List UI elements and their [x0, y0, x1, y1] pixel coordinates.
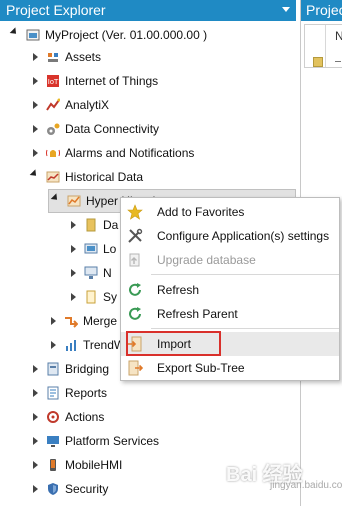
- expand-icon[interactable]: [30, 460, 40, 470]
- trendworx-icon: [66, 340, 76, 351]
- upgrade-icon: [127, 252, 143, 268]
- grid-row-dash: [335, 61, 341, 62]
- expand-icon[interactable]: [68, 244, 78, 254]
- bridging-icon: [47, 362, 59, 376]
- mobilehmi-icon: [50, 459, 56, 471]
- tree-item-assets[interactable]: Assets: [30, 45, 101, 69]
- expand-icon[interactable]: [30, 436, 40, 446]
- logging-icon: [84, 243, 98, 254]
- tree-root[interactable]: MyProject (Ver. 01.00.000.00 ): [9, 23, 207, 47]
- tree-item-system[interactable]: Sy: [68, 285, 117, 309]
- star-icon: [127, 204, 143, 220]
- tree-item-reports[interactable]: Reports: [30, 381, 107, 405]
- expand-icon[interactable]: [30, 148, 40, 158]
- assets-icon: [48, 53, 58, 62]
- tree-item-network[interactable]: N: [68, 261, 112, 285]
- expand-icon[interactable]: [30, 484, 40, 494]
- system-icon: [86, 290, 96, 304]
- expand-icon[interactable]: [68, 220, 78, 230]
- svg-text:IoT: IoT: [48, 78, 59, 86]
- expand-icon[interactable]: [30, 100, 40, 110]
- data-storage-icon: [86, 218, 96, 232]
- refresh-parent-icon: [127, 306, 143, 322]
- expand-icon[interactable]: [30, 412, 40, 422]
- expand-icon[interactable]: [30, 364, 40, 374]
- menu-separator: [151, 328, 339, 329]
- tree-item-alarms[interactable]: Alarms and Notifications: [30, 141, 194, 165]
- menu-item-refresh-parent[interactable]: Refresh Parent: [121, 302, 339, 326]
- tree-item-data-storage[interactable]: Da: [68, 213, 118, 237]
- merge-icon: [65, 317, 78, 328]
- tree-item-platform-services[interactable]: Platform Services: [30, 429, 159, 453]
- analytix-icon: [46, 98, 60, 111]
- actions-icon: [47, 411, 59, 423]
- expand-icon[interactable]: [48, 340, 58, 350]
- collapse-icon[interactable]: [50, 192, 63, 206]
- tree-item-internet-of-things[interactable]: IoT Internet of Things: [30, 69, 158, 93]
- menu-item-refresh[interactable]: Refresh: [121, 278, 339, 302]
- tree-item-historical-data[interactable]: Historical Data: [29, 165, 143, 189]
- data-connectivity-icon: [47, 123, 60, 135]
- expand-icon[interactable]: [30, 52, 40, 62]
- panel-dropdown-icon[interactable]: [282, 7, 290, 12]
- iot-icon: IoT: [47, 75, 59, 87]
- expand-icon[interactable]: [48, 316, 58, 326]
- shield-icon: [48, 483, 58, 495]
- historical-data-icon: [46, 171, 60, 183]
- expand-icon[interactable]: [68, 292, 78, 302]
- reports-icon: [47, 386, 59, 400]
- export-icon: [127, 360, 143, 376]
- expand-icon[interactable]: [30, 124, 40, 134]
- right-panel-title: Project: [301, 0, 342, 21]
- hyper-historian-icon: [67, 195, 81, 207]
- tree-item-analytix[interactable]: AnalytiX: [30, 93, 109, 117]
- collapse-icon[interactable]: [9, 26, 22, 40]
- network-icon: [84, 266, 98, 279]
- tree-item-security[interactable]: Security: [30, 477, 108, 501]
- import-highlight-box: [126, 331, 221, 356]
- tree-item-merge[interactable]: Merge: [48, 309, 117, 333]
- tree-item-mobilehmi[interactable]: MobileHMI: [30, 453, 122, 477]
- baidu-watermark-url: jingyan.baidu.com: [270, 480, 342, 491]
- tree-item-trendworx[interactable]: TrendW: [48, 333, 125, 357]
- collapse-icon[interactable]: [29, 168, 42, 182]
- menu-item-configure-settings[interactable]: Configure Application(s) settings: [121, 224, 339, 248]
- refresh-icon: [127, 282, 143, 298]
- grid-column-header: N: [335, 29, 342, 43]
- tree-item-bridging[interactable]: Bridging: [30, 357, 109, 381]
- project-explorer-title: Project Explorer: [0, 0, 296, 21]
- platform-services-icon: [47, 436, 59, 447]
- expand-icon[interactable]: [30, 388, 40, 398]
- tree-item-actions[interactable]: Actions: [30, 405, 104, 429]
- menu-item-export-sub-tree[interactable]: Export Sub-Tree: [121, 356, 339, 380]
- menu-item-add-to-favorites[interactable]: Add to Favorites: [121, 200, 339, 224]
- menu-separator: [151, 274, 339, 275]
- tree-item-data-connectivity[interactable]: Data Connectivity: [30, 117, 159, 141]
- grid-row-icon: [313, 57, 323, 67]
- right-panel-grid: N: [304, 24, 342, 68]
- expand-icon[interactable]: [68, 268, 78, 278]
- alarm-icon: [46, 149, 60, 157]
- expand-icon[interactable]: [30, 76, 40, 86]
- project-icon: [26, 29, 40, 41]
- tree-item-logging[interactable]: Lo: [68, 237, 116, 261]
- tools-icon: [127, 228, 143, 244]
- menu-item-upgrade-database[interactable]: Upgrade database: [121, 248, 339, 272]
